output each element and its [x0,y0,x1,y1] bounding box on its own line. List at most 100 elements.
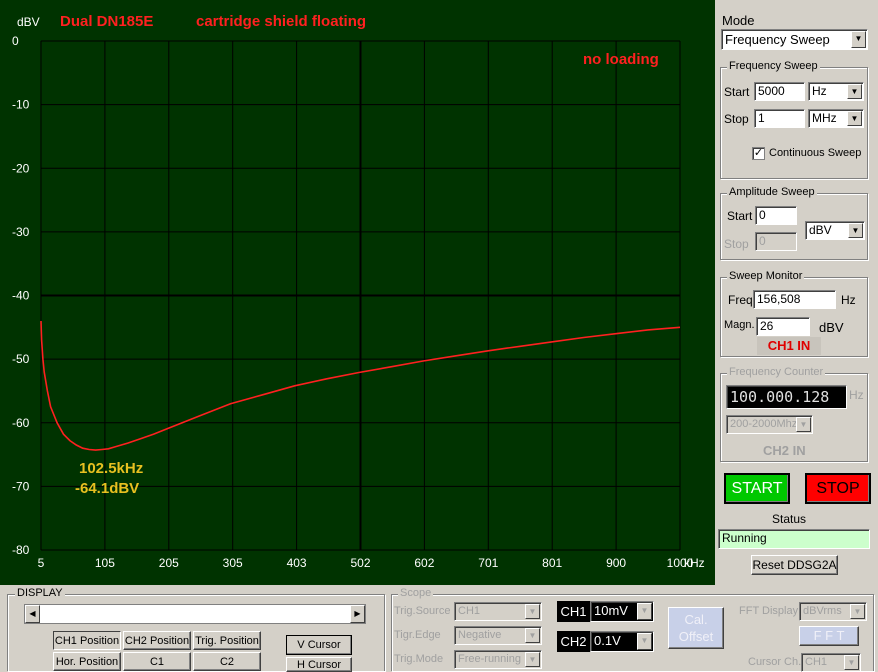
start-unit-select[interactable]: Hz ▼ [808,82,864,101]
trig-position-button[interactable]: Trig. Position [193,631,261,650]
amp-unit-select[interactable]: dBV ▼ [805,221,865,240]
y-tick-label: -60 [12,416,30,430]
stop-unit-select[interactable]: MHz ▼ [808,109,864,128]
monitor-magn-value: 26 [756,317,810,336]
x-tick-label: 801 [542,556,562,570]
sweep-monitor-group: Sweep Monitor Freq 156,508 Hz Magn. 26 d… [720,270,868,357]
scope-plot: 5 105 205 305 403 502 602 701 801 900 10000-10-20-… [12,13,705,570]
amp-start-input[interactable]: 0 [755,206,797,225]
monitor-channel: CH1 IN [757,337,821,355]
chevron-down-icon[interactable]: ▼ [847,111,862,126]
chevron-down-icon[interactable]: ▼ [637,603,652,620]
trig-source-select[interactable]: CH1 ▼ [454,602,542,621]
mode-select[interactable]: Frequency Sweep ▼ [721,29,868,50]
x-unit-label: kHz [684,556,705,570]
start-unit-value: Hz [812,84,827,98]
chevron-down-icon[interactable]: ▼ [847,84,862,99]
counter-unit: Hz [849,388,864,402]
counter-range-select[interactable]: 200-2000Mhz ▼ [726,415,813,434]
chevron-down-icon[interactable]: ▼ [850,604,865,619]
y-unit-label: dBV [17,15,40,29]
ch1-volts-select[interactable]: 10mV ▼ [590,601,654,622]
chevron-down-icon[interactable]: ▼ [525,628,540,643]
fft-display-label: FFT Display [739,605,799,617]
title-left: Dual DN185E [60,13,153,30]
monitor-magn-label: Magn. [724,319,755,331]
hor-position-button[interactable]: Hor. Position [53,652,121,671]
chevron-down-icon[interactable]: ▼ [796,417,811,432]
cal-offset-line2: Offset [678,629,714,644]
frequency-sweep-group: Frequency Sweep Start 5000 Hz ▼ Stop 1 M… [720,60,868,179]
start-label: Start [724,85,750,99]
cal-offset-line1: Cal. [684,612,708,627]
chevron-down-icon[interactable]: ▼ [844,655,859,670]
x-tick-label: 900 [606,556,626,570]
frequency-sweep-title: Frequency Sweep [727,60,820,72]
mode-label: Mode [722,13,755,28]
start-frequency-input[interactable]: 5000 [754,82,805,101]
v-cursor-button[interactable]: V Cursor [286,635,352,655]
cursor-ch-select[interactable]: CH1 ▼ [801,653,861,672]
trig-mode-value: Free-running [458,653,521,665]
scope-control-title: Scope [398,587,434,599]
title-right: cartridge shield floating [196,13,366,30]
ch2-volts-select[interactable]: 0.1V ▼ [590,631,654,652]
display-group: DISPLAY ◀ ▶ CH1 Position CH2 Position Tr… [7,587,385,672]
y-tick-label: 0 [12,34,19,48]
sweep-monitor-title: Sweep Monitor [727,270,805,282]
frequency-counter-group: Frequency Counter 100.000.128 Hz 200-200… [720,366,868,462]
monitor-freq-label: Freq [728,293,753,307]
continuous-sweep-label: Continuous Sweep [769,147,862,159]
c2-button[interactable]: C2 [193,652,261,671]
mode-value: Frequency Sweep [725,32,830,47]
stop-button[interactable]: STOP [805,473,871,504]
x-tick-label: 701 [478,556,498,570]
scope-control-group: Scope Trig.Source CH1 ▼ Tigr.Edge Negati… [391,587,874,672]
amp-unit-value: dBV [809,223,832,237]
y-tick-label: -10 [12,98,30,112]
monitor-freq-unit: Hz [841,293,856,307]
chevron-down-icon[interactable]: ▼ [525,652,540,667]
counter-value: 100.000.128 [726,385,847,409]
cal-offset-button[interactable]: Cal. Offset [668,607,724,649]
annotation-frequency: 102.5kHz [79,460,143,477]
amp-stop-input[interactable]: 0 [755,232,797,251]
scope-display: 5 105 205 305 403 502 602 701 801 900 1000 0 -10 -20-… [0,0,715,585]
y-tick-label: -70 [12,479,30,493]
y-tick-label: -80 [12,543,30,557]
x-tick-label: 105 [95,556,115,570]
trig-mode-select[interactable]: Free-running ▼ [454,650,542,669]
ch2-label: CH2 [557,631,590,652]
x-tick-label: 205 [159,556,179,570]
scroll-right-icon[interactable]: ▶ [350,605,365,623]
start-button[interactable]: START [724,473,790,504]
trig-edge-label: Tigr.Edge [394,629,441,641]
stop-frequency-input[interactable]: 1 [754,109,805,128]
x-tick-label: 5 [38,556,45,570]
fft-display-select[interactable]: dBVrms ▼ [799,602,867,621]
x-tick-label: 602 [414,556,434,570]
monitor-freq-value: 156,508 [753,290,836,309]
annotation-magnitude: -64.1dBV [75,480,139,497]
ch2-position-button[interactable]: CH2 Position [123,631,191,650]
counter-range-value: 200-2000Mhz [730,418,798,430]
fft-button[interactable]: F F T [799,626,859,646]
stop-unit-value: MHz [812,111,837,125]
chevron-down-icon[interactable]: ▼ [525,604,540,619]
chevron-down-icon[interactable]: ▼ [851,31,866,48]
y-tick-label: -20 [12,161,30,175]
display-scrollbar[interactable]: ◀ ▶ [24,604,366,624]
trig-mode-label: Trig.Mode [394,653,444,665]
trig-edge-select[interactable]: Negative ▼ [454,626,542,645]
c1-button[interactable]: C1 [123,652,191,671]
h-cursor-button[interactable]: H Cursor [286,657,352,672]
display-title: DISPLAY [15,587,65,599]
continuous-sweep-checkbox[interactable]: ✓ [752,147,765,160]
chevron-down-icon[interactable]: ▼ [848,223,863,238]
x-tick-label: 403 [287,556,307,570]
fft-display-value: dBVrms [803,605,842,617]
scroll-left-icon[interactable]: ◀ [25,605,40,623]
ch1-position-button[interactable]: CH1 Position [53,631,121,650]
chevron-down-icon[interactable]: ▼ [637,633,652,650]
reset-button[interactable]: Reset DDSG2A [751,555,838,575]
